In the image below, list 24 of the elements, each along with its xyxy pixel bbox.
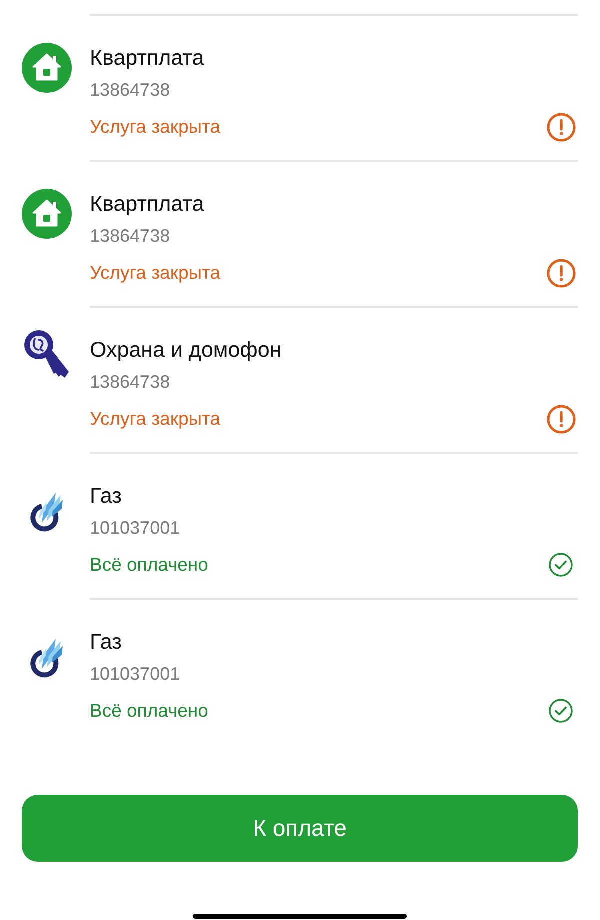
check-icon	[549, 699, 573, 723]
account-number: 13864738	[90, 79, 170, 101]
check-icon	[549, 553, 573, 577]
warning-icon	[546, 258, 576, 288]
warning-icon	[546, 404, 576, 434]
account-number: 101037001	[90, 663, 180, 685]
service-name: Газ	[90, 630, 122, 654]
pay-button[interactable]: К оплате	[22, 795, 578, 862]
service-name: Квартплата	[90, 192, 204, 216]
status-text: Всё оплачено	[90, 554, 208, 576]
account-number: 13864738	[90, 225, 170, 247]
service-name: Газ	[90, 484, 122, 508]
house-icon	[22, 189, 72, 239]
status-text: Услуга закрыта	[90, 262, 221, 284]
service-name: Охрана и домофон	[90, 338, 282, 362]
status-text: Всё оплачено	[90, 700, 208, 722]
status-text: Услуга закрыта	[90, 116, 221, 138]
key-icon	[24, 330, 70, 380]
service-name: Квартплата	[90, 46, 204, 70]
house-icon	[22, 43, 72, 93]
status-text: Услуга закрыта	[90, 408, 221, 430]
warning-icon	[546, 112, 576, 142]
account-number: 13864738	[90, 371, 170, 393]
account-number: 101037001	[90, 517, 180, 539]
